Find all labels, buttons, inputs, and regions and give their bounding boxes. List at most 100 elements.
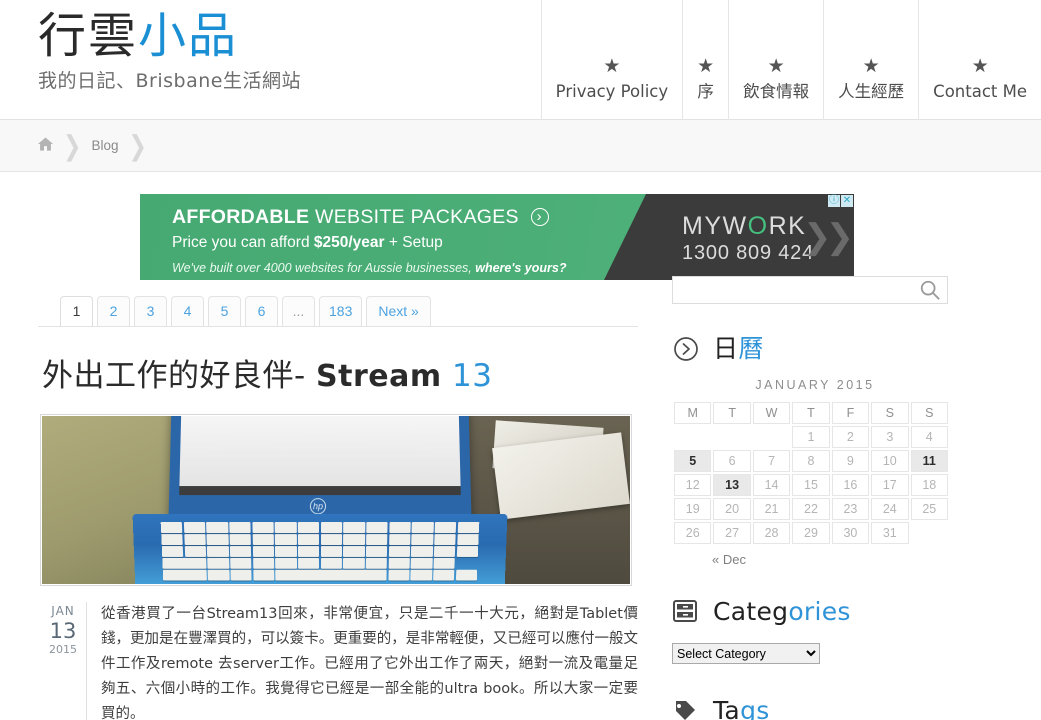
breadcrumb-item-blog[interactable]: Blog (91, 138, 118, 153)
widget-title-dark: Ta (713, 696, 741, 720)
post-title-en: Stream (316, 359, 442, 394)
calendar-day: 8 (792, 450, 830, 472)
calendar-day: 17 (871, 474, 909, 496)
post-title[interactable]: 外出工作的好良伴- Stream 13 (42, 353, 638, 400)
calendar-week-row: 26 27 28 29 30 31 (674, 522, 948, 544)
widget-categories-header: Categories (672, 597, 958, 627)
photo-laptop-taskbar (179, 486, 461, 496)
double-chevron-icon: ❯❯ (803, 218, 854, 256)
breadcrumb-separator-icon: ❯ (63, 129, 82, 161)
calendar-day: 31 (871, 522, 909, 544)
calendar-day: 10 (871, 450, 909, 472)
post-date: JAN 13 2015 (40, 602, 86, 720)
category-select[interactable]: Select Category (672, 643, 820, 664)
page-body: AFFORDABLE WEBSITE PACKAGES Price you ca… (0, 172, 1041, 720)
calendar-day-empty (753, 426, 790, 448)
calendar-day: 3 (871, 426, 909, 448)
pagination-ellipsis: ... (282, 296, 315, 326)
post-date-month: JAN (51, 604, 75, 618)
star-icon: ★ (767, 56, 785, 77)
pagination-page-6[interactable]: 6 (245, 296, 278, 326)
pagination-page-183[interactable]: 183 (319, 296, 363, 326)
calendar-week-row: 12 13 14 15 16 17 18 (674, 474, 948, 496)
widget-title-blue: 曆 (738, 334, 764, 363)
calendar-caption: JANUARY 2015 (755, 378, 875, 392)
post-date-day: 13 (49, 619, 77, 643)
widget-categories: Categories Select Category (672, 597, 958, 664)
post-featured-image[interactable]: hp (40, 414, 632, 586)
calendar-day: 16 (831, 474, 870, 496)
star-icon: ★ (862, 56, 880, 77)
search-icon[interactable] (919, 279, 941, 301)
search-input[interactable] (673, 277, 913, 303)
photo-laptop-screen (179, 416, 461, 487)
widget-title-blue: gs (740, 696, 770, 720)
pagination-next[interactable]: Next » (366, 296, 431, 326)
calendar-weekday-row: M T W T F S S (674, 402, 948, 424)
pagination-page-5[interactable]: 5 (208, 296, 241, 326)
nav-item-life[interactable]: ★ 人生經歷 (823, 0, 918, 120)
calendar-day[interactable]: 11 (910, 450, 948, 472)
adchoices-controls: ⓘ ✕ (828, 195, 853, 207)
pagination-page-3[interactable]: 3 (134, 296, 167, 326)
post-title-zh: 外出工作的好良伴- (42, 358, 317, 394)
chevron-right-icon[interactable] (530, 205, 549, 229)
ad-brand-post: RK (768, 212, 807, 240)
ad-subline-post: + Setup (388, 234, 443, 251)
calendar-day: 2 (831, 426, 870, 448)
calendar-day: 30 (831, 522, 870, 544)
calendar-day: 14 (752, 474, 791, 496)
widget-tags-header: Tags (672, 696, 958, 720)
calendar-day[interactable]: 13 (713, 474, 751, 496)
calendar-weekday: S (910, 402, 948, 424)
home-icon (38, 137, 53, 154)
close-icon[interactable]: ✕ (841, 195, 853, 207)
adchoices-info-icon[interactable]: ⓘ (828, 195, 840, 207)
ad-headline: AFFORDABLE WEBSITE PACKAGES (172, 205, 566, 229)
calendar-day: 27 (713, 522, 751, 544)
widget-calendar: 日曆 JANUARY 2015 M T W T F S S 1234567891… (672, 334, 958, 567)
ad-headline-bold: AFFORDABLE (172, 206, 310, 228)
star-icon: ★ (697, 56, 715, 77)
tag-icon (672, 697, 700, 720)
ad-brand-name: MYWORK (682, 212, 814, 240)
site-header: 行雲小品 我的日記、Brisbane生活網站 ★ Privacy Policy … (0, 0, 1041, 120)
calendar-day: 20 (713, 498, 751, 520)
calendar-day: 26 (674, 522, 712, 544)
photo-laptop-keyboard (160, 522, 480, 581)
calendar-nav: « Dec (672, 552, 958, 567)
calendar-prev-month-link[interactable]: « Dec (712, 552, 746, 567)
calendar-day: 28 (752, 522, 791, 544)
calendar-day: 1 (792, 426, 830, 448)
widget-tags: Tags (672, 696, 958, 720)
ad-tagline-bold: where's yours? (475, 261, 567, 275)
site-logo[interactable]: 行雲小品 我的日記、Brisbane生活網站 (38, 6, 301, 94)
breadcrumb: ❯ Blog ❯ (0, 120, 1041, 172)
nav-item-food[interactable]: ★ 飲食情報 (728, 0, 823, 120)
calendar-day: 24 (871, 498, 909, 520)
calendar-weekday: S (871, 402, 909, 424)
calendar-day: 21 (752, 498, 791, 520)
nav-item-privacy-policy[interactable]: ★ Privacy Policy (540, 0, 682, 120)
calendar-day[interactable]: 5 (674, 450, 712, 472)
ad-copy: AFFORDABLE WEBSITE PACKAGES Price you ca… (172, 205, 567, 278)
pagination-page-1[interactable]: 1 (60, 296, 93, 326)
search-box (672, 276, 948, 304)
breadcrumb-home[interactable] (38, 137, 53, 154)
ad-tagline-pre: We've built over 4000 websites for Aussi… (172, 261, 472, 275)
advertisement-banner[interactable]: AFFORDABLE WEBSITE PACKAGES Price you ca… (140, 194, 854, 280)
ad-brand-phone: 1300 809 424 (682, 242, 814, 264)
photo-content: hp (42, 416, 630, 584)
calendar-day-empty (674, 426, 711, 448)
calendar-weekday: T (713, 402, 751, 424)
nav-item-intro[interactable]: ★ 序 (682, 0, 728, 120)
calendar-day-empty (713, 426, 750, 448)
calendar-day: 18 (910, 474, 948, 496)
calendar-body: 1 2 3 4 5 6 7 8 9 10 11 12 13 14 15 16 17 18 19 20 21 22 23 24 2… (674, 426, 948, 544)
nav-item-contact-me[interactable]: ★ Contact Me (918, 0, 1041, 120)
pagination-page-4[interactable]: 4 (171, 296, 204, 326)
calendar-weekday: T (792, 402, 830, 424)
widget-calendar-title: 日曆 (713, 334, 764, 364)
ad-price: $250/year (313, 234, 385, 251)
pagination-page-2[interactable]: 2 (97, 296, 130, 326)
